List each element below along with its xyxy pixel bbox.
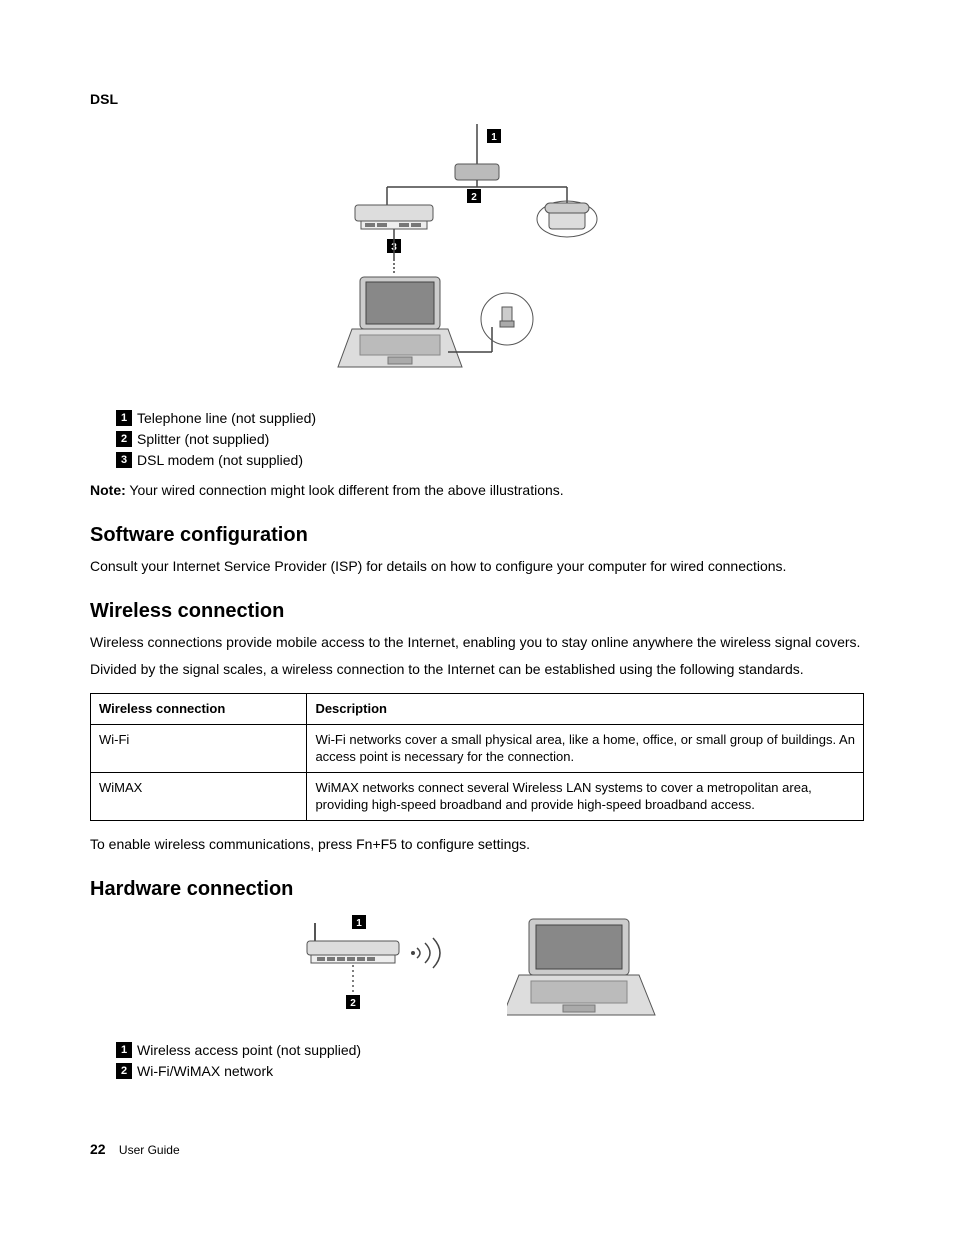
table-row: WiMAX WiMAX networks connect several Wir…	[91, 772, 864, 820]
page-footer: 22 User Guide	[90, 1140, 864, 1159]
table-header: Description	[307, 694, 864, 725]
hardware-connection-heading: Hardware connection	[90, 876, 864, 903]
dsl-callout-1: 1	[491, 132, 497, 143]
note-text: Your wired connection might look differe…	[129, 482, 563, 498]
callout-number-icon: 3	[116, 452, 132, 468]
wireless-table: Wireless connection Description Wi-Fi Wi…	[90, 693, 864, 821]
callout-text: Splitter (not supplied)	[137, 430, 269, 449]
table-header: Wireless connection	[91, 694, 307, 725]
dsl-callout-list: 1 Telephone line (not supplied) 2 Splitt…	[116, 409, 864, 470]
dsl-heading: DSL	[90, 90, 864, 109]
table-row: Wi-Fi Wi-Fi networks cover a small physi…	[91, 724, 864, 772]
callout-row: 1 Wireless access point (not supplied)	[116, 1041, 864, 1060]
callout-text: Wi-Fi/WiMAX network	[137, 1062, 273, 1081]
software-config-para: Consult your Internet Service Provider (…	[90, 557, 864, 576]
callout-text: Telephone line (not supplied)	[137, 409, 316, 428]
page-number: 22	[90, 1141, 106, 1157]
footer-title: User Guide	[119, 1143, 180, 1157]
callout-number-icon: 1	[116, 410, 132, 426]
laptop-diagram-svg	[507, 913, 657, 1023]
software-config-heading: Software configuration	[90, 522, 864, 549]
hw-callout-2: 2	[350, 998, 356, 1009]
callout-number-icon: 2	[116, 1063, 132, 1079]
note-label: Note:	[90, 482, 126, 498]
callout-number-icon: 2	[116, 431, 132, 447]
router-diagram-svg: 1 2	[297, 913, 477, 1023]
hardware-diagram: 1 2	[90, 913, 864, 1023]
callout-row: 2 Splitter (not supplied)	[116, 430, 864, 449]
wireless-para2: Divided by the signal scales, a wireless…	[90, 660, 864, 679]
table-cell: WiMAX networks connect several Wireless …	[307, 772, 864, 820]
callout-row: 1 Telephone line (not supplied)	[116, 409, 864, 428]
wireless-para1: Wireless connections provide mobile acce…	[90, 633, 864, 652]
callout-row: 2 Wi-Fi/WiMAX network	[116, 1062, 864, 1081]
callout-number-icon: 1	[116, 1042, 132, 1058]
note: Note: Your wired connection might look d…	[90, 481, 864, 500]
callout-text: Wireless access point (not supplied)	[137, 1041, 361, 1060]
hardware-callout-list: 1 Wireless access point (not supplied) 2…	[116, 1041, 864, 1081]
callout-row: 3 DSL modem (not supplied)	[116, 451, 864, 470]
hw-callout-1: 1	[356, 918, 362, 929]
dsl-diagram: 1 2 3	[90, 119, 864, 394]
callout-text: DSL modem (not supplied)	[137, 451, 303, 470]
dsl-callout-2: 2	[471, 192, 477, 203]
wireless-connection-heading: Wireless connection	[90, 598, 864, 625]
table-cell: Wi-Fi networks cover a small physical ar…	[307, 724, 864, 772]
wireless-enable-text: To enable wireless communications, press…	[90, 835, 864, 854]
dsl-diagram-svg: 1 2 3	[327, 119, 627, 389]
table-cell: Wi-Fi	[91, 724, 307, 772]
table-cell: WiMAX	[91, 772, 307, 820]
